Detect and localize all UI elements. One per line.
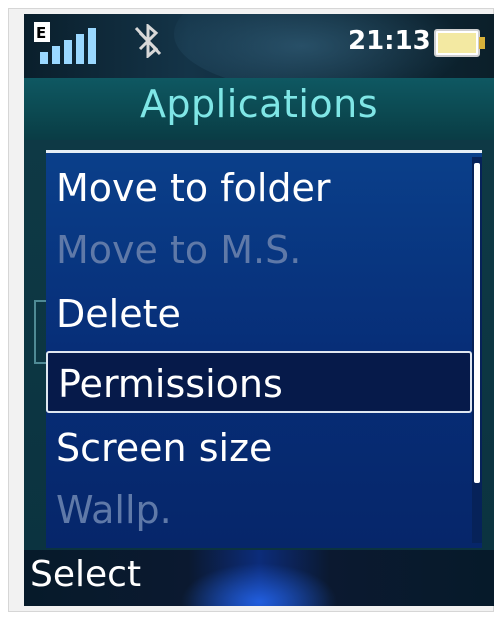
title-bar: Applications bbox=[24, 78, 494, 140]
clock-time: 21:13 bbox=[348, 26, 431, 56]
bluetooth-off-icon bbox=[134, 24, 162, 58]
signal-bars-icon: E bbox=[34, 22, 96, 64]
menu-item-label: Screen size bbox=[56, 426, 273, 470]
select-softkey[interactable]: Select bbox=[30, 554, 141, 595]
menu-item-label: Move to M.S. bbox=[56, 228, 302, 272]
menu-item-move-to-ms[interactable]: Move to M.S. bbox=[56, 219, 468, 281]
menu-item-label: Wallp. bbox=[56, 488, 172, 532]
softkey-bar-glow bbox=[174, 560, 344, 606]
network-type-label: E bbox=[36, 24, 46, 42]
menu-scrollbar-thumb[interactable] bbox=[474, 163, 480, 483]
menu-item-delete[interactable]: Delete bbox=[56, 283, 468, 345]
status-bar: E 21:13 bbox=[24, 14, 494, 94]
page-title: Applications bbox=[139, 82, 379, 126]
phone-screen: E 21:13 Applications Move to folder Move bbox=[24, 14, 494, 606]
menu-item-label: Delete bbox=[56, 292, 181, 336]
battery-icon bbox=[434, 29, 485, 57]
menu-item-label: Permissions bbox=[58, 362, 283, 406]
softkey-bar: Select bbox=[24, 550, 494, 606]
menu-scrollbar[interactable] bbox=[472, 157, 482, 543]
menu-item-move-to-folder[interactable]: Move to folder bbox=[56, 157, 468, 219]
menu-item-wallpaper[interactable]: Wallp. bbox=[56, 479, 468, 541]
menu-item-permissions[interactable]: Permissions bbox=[46, 351, 472, 413]
menu-item-label: Move to folder bbox=[56, 166, 331, 210]
options-menu: Move to folder Move to M.S. Delete Permi… bbox=[46, 150, 482, 548]
menu-item-screen-size[interactable]: Screen size bbox=[56, 417, 468, 479]
